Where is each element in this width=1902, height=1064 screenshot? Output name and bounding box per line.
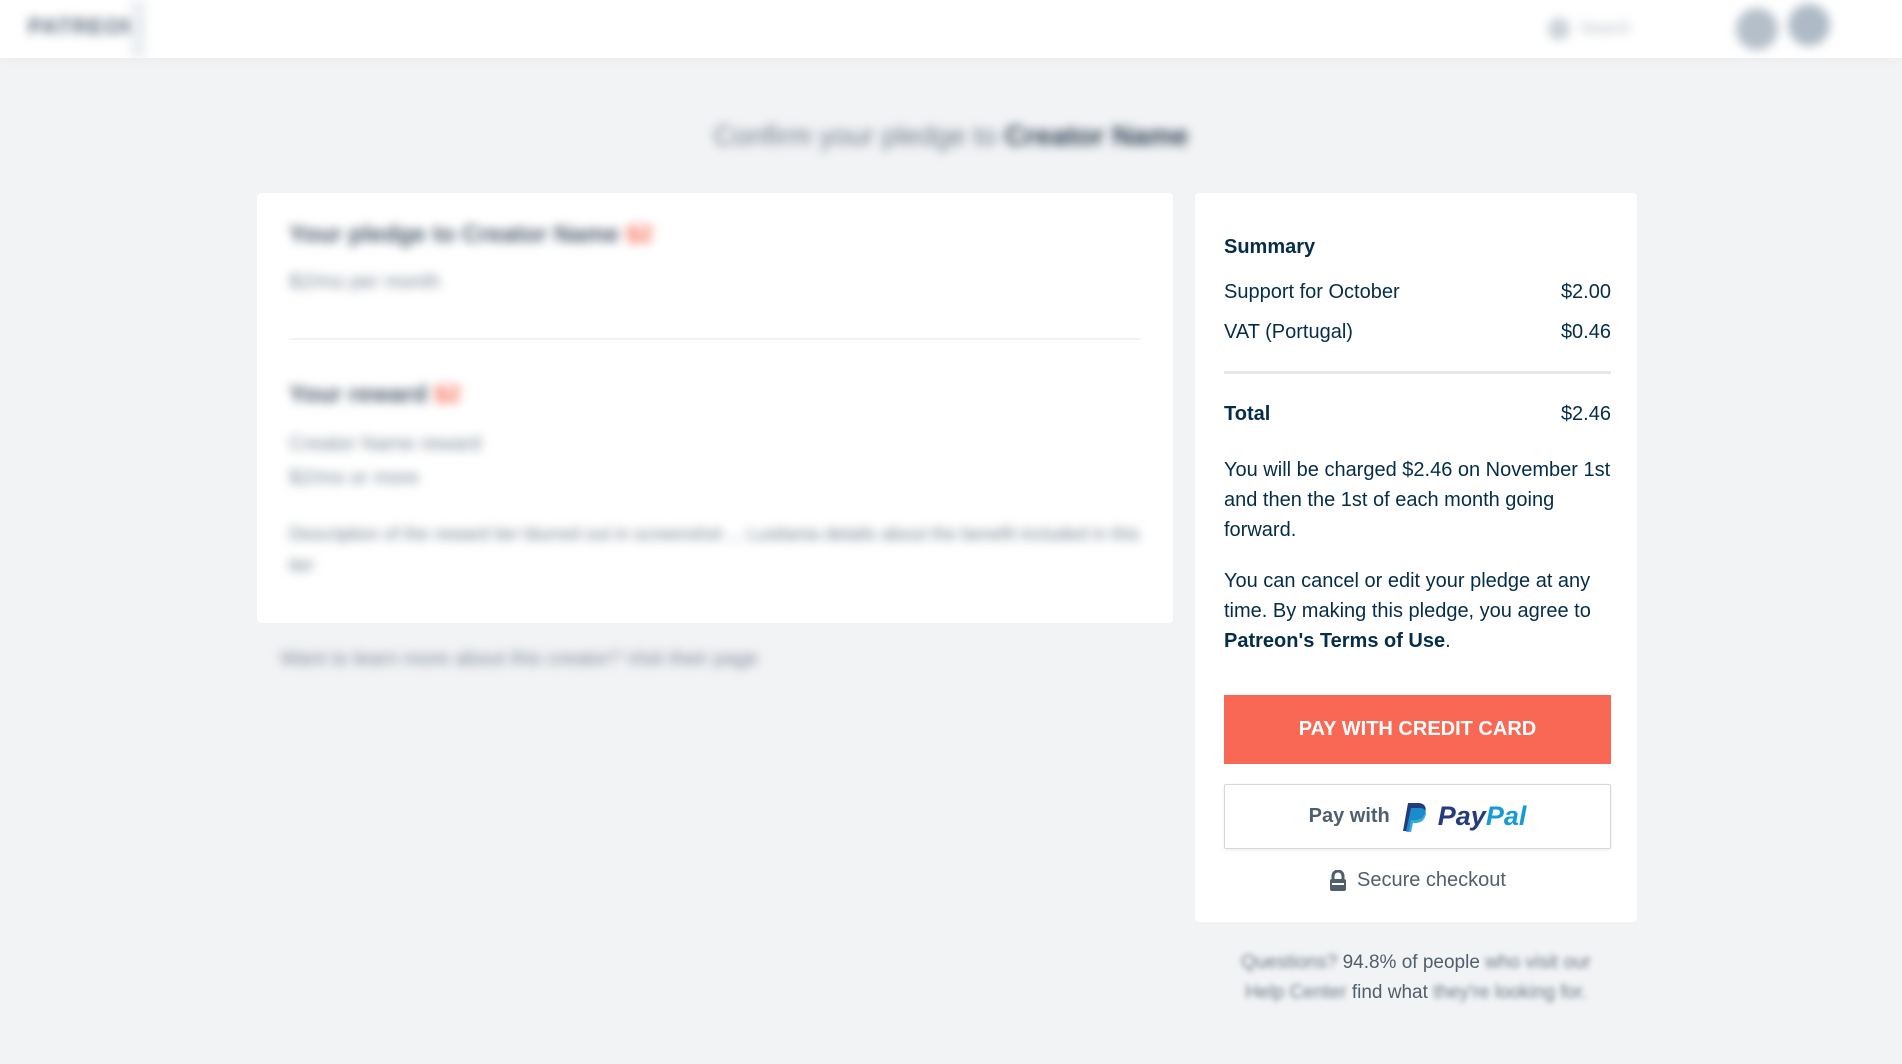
- help-note-prefix: Questions?: [1241, 952, 1338, 973]
- summary-row-value: $0.46: [1560, 321, 1611, 343]
- help-note-stat: 94.8% of people: [1342, 952, 1480, 973]
- pledge-heading: Your pledge to Creator Name $2: [289, 221, 653, 249]
- cancel-note: You can cancel or edit your pledge at an…: [1224, 566, 1611, 656]
- paypal-p-icon: [1402, 802, 1426, 832]
- help-note-who: who: [1485, 952, 1521, 973]
- reward-price: $2: [433, 381, 461, 408]
- help-note-rest: visit our: [1525, 952, 1591, 973]
- search-placeholder: Search: [1580, 20, 1631, 37]
- help-center-note: Questions? 94.8% of people who visit our…: [1195, 948, 1637, 1008]
- notifications-icon[interactable]: [1736, 8, 1778, 50]
- secure-checkout: Secure checkout: [1224, 869, 1611, 892]
- search-icon: [1548, 18, 1570, 40]
- pledge-details-card: Your pledge to Creator Name $2 $2/mo per…: [257, 193, 1173, 623]
- pledge-price: $2: [625, 221, 653, 248]
- page-title: Confirm your pledge to Creator Name: [0, 120, 1902, 152]
- help-note-end: they're looking for.: [1433, 982, 1587, 1003]
- reward-heading: Your reward $2: [289, 381, 461, 409]
- summary-card: Summary Support for October $2.00 VAT (P…: [1195, 193, 1637, 922]
- learn-more-text[interactable]: Want to learn more about this creator? V…: [280, 648, 758, 671]
- reward-line-2: $2/mo or more: [289, 467, 420, 489]
- charge-note: You will be charged $2.46 on November 1s…: [1224, 459, 1611, 541]
- pay-with-paypal-button[interactable]: Pay with PayPal: [1224, 784, 1611, 849]
- help-center-link[interactable]: Help Center: [1245, 982, 1346, 1003]
- page-title-prefix: Confirm your pledge to: [713, 120, 997, 151]
- summary-title: Summary: [1224, 236, 1316, 258]
- paypal-button-label: Pay with: [1308, 805, 1390, 827]
- reward-line-1: Creator Name reward: [289, 433, 482, 455]
- total-label: Total: [1224, 403, 1271, 425]
- search-input[interactable]: Search: [1520, 10, 1730, 48]
- paypal-logo-pal: Pal: [1485, 801, 1527, 831]
- secure-checkout-label: Secure checkout: [1357, 869, 1506, 891]
- cancel-note-text: You can cancel or edit your pledge at an…: [1224, 570, 1591, 622]
- lock-icon: [1330, 869, 1346, 891]
- patreon-logo[interactable]: PATREON: [20, 12, 147, 42]
- summary-row-label: VAT (Portugal): [1224, 321, 1353, 343]
- help-note-find: find what: [1351, 982, 1428, 1003]
- summary-divider: [1224, 371, 1611, 374]
- summary-row-label: Support for October: [1224, 281, 1400, 303]
- card-divider: [289, 338, 1141, 340]
- user-avatar[interactable]: [1788, 4, 1830, 46]
- reward-description: Description of the reward tier blurred o…: [289, 524, 1140, 575]
- cancel-note-suffix: .: [1445, 630, 1451, 652]
- total-value: $2.46: [1560, 403, 1611, 425]
- summary-total-row: Total $2.46: [1224, 403, 1611, 426]
- nav-divider: [130, 0, 146, 58]
- page-title-creator[interactable]: Creator Name: [1005, 120, 1189, 151]
- summary-row-value: $2.00: [1560, 281, 1611, 303]
- pledge-heading-text: Your pledge to Creator Name: [289, 221, 620, 248]
- terms-of-use-link[interactable]: Patreon's Terms of Use: [1224, 630, 1445, 652]
- reward-heading-text: Your reward: [289, 381, 428, 408]
- pay-with-credit-card-button[interactable]: PAY WITH CREDIT CARD: [1224, 695, 1611, 764]
- summary-row: Support for October $2.00: [1224, 281, 1611, 304]
- summary-row: VAT (Portugal) $0.46: [1224, 321, 1611, 344]
- paypal-logo-pay: Pay: [1437, 801, 1486, 831]
- paypal-logo: PayPal: [1438, 801, 1527, 832]
- top-nav: PATREON Search: [0, 0, 1902, 58]
- pledge-subtext: $2/mo per month: [289, 271, 441, 293]
